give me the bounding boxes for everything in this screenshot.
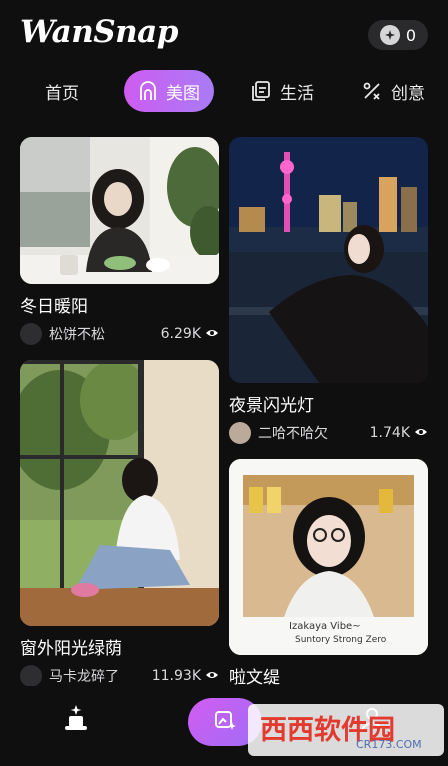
card-photo[interactable] <box>229 137 428 383</box>
plus-coin-icon <box>379 25 400 45</box>
bottom-navigation: 西西软件园 CR173.COM <box>0 686 448 766</box>
view-count-value: 1.74K <box>369 425 410 441</box>
view-count: 1.74K <box>370 425 428 441</box>
card-photo[interactable] <box>20 360 219 626</box>
card-title: 冬日暖阳 <box>20 297 88 317</box>
polaroid-caption-2: Suntory Strong Zero <box>295 635 387 645</box>
polaroid-caption-1: Izakaya Vibe~ <box>289 621 361 632</box>
category-tabs: 首页 美图 生活 创意 <box>0 70 448 112</box>
card-photo[interactable] <box>20 137 219 284</box>
eye-icon <box>205 326 219 342</box>
feed-card[interactable]: 夜景闪光灯 二哈不哈欠 1.74K <box>229 137 428 445</box>
tab-life-label: 生活 <box>280 83 314 104</box>
feed-card[interactable]: 冬日暖阳 松饼不松 6.29K <box>20 137 219 346</box>
tab-home-label: 首页 <box>45 83 79 104</box>
card-title: 窗外阳光绿荫 <box>20 639 122 659</box>
coin-count: 0 <box>405 25 417 45</box>
feed-card[interactable]: Izakaya Vibe~ Suntory Strong Zero 啦文缇 <box>229 459 428 688</box>
beauty-icon <box>138 80 158 102</box>
card-meta: 马卡龙碎了 11.93K <box>20 664 219 688</box>
tab-home[interactable]: 首页 <box>45 70 79 112</box>
tab-creative-label: 创意 <box>391 83 425 104</box>
eye-icon <box>414 425 428 441</box>
tab-life[interactable]: 生活 <box>250 70 314 112</box>
tab-beauty[interactable]: 美图 <box>124 70 214 112</box>
app-logo: WanSnap <box>20 14 178 50</box>
feed-card[interactable]: 窗外阳光绿荫 马卡龙碎了 11.93K <box>20 360 219 688</box>
watermark-sub: CR173.COM <box>356 738 422 751</box>
card-photo[interactable]: Izakaya Vibe~ Suntory Strong Zero <box>229 459 428 655</box>
card-title: 啦文缇 <box>229 668 280 688</box>
author-name[interactable]: 二哈不哈欠 <box>258 423 370 443</box>
author-name[interactable]: 松饼不松 <box>49 324 161 344</box>
magic-hat-button[interactable] <box>58 702 94 738</box>
create-image-icon <box>213 708 237 736</box>
tab-creative[interactable]: 创意 <box>361 70 425 112</box>
eye-icon <box>205 668 219 684</box>
avatar[interactable] <box>20 665 42 687</box>
card-meta: 二哈不哈欠 1.74K <box>229 421 428 445</box>
view-count: 6.29K <box>161 326 219 342</box>
view-count-value: 11.93K <box>151 668 201 684</box>
magic-hat-icon <box>62 703 90 737</box>
avatar[interactable] <box>20 323 42 345</box>
creative-icon <box>361 80 383 102</box>
author-name[interactable]: 马卡龙碎了 <box>49 666 152 686</box>
site-watermark: 西西软件园 CR173.COM <box>248 704 444 756</box>
card-meta: 松饼不松 6.29K <box>20 322 219 346</box>
view-count: 11.93K <box>152 668 219 684</box>
app-header: WanSnap 0 <box>0 0 448 64</box>
avatar[interactable] <box>229 422 251 444</box>
coin-balance-button[interactable]: 0 <box>368 20 428 50</box>
card-title: 夜景闪光灯 <box>229 396 314 416</box>
view-count-value: 6.29K <box>160 326 201 342</box>
tab-beauty-label: 美图 <box>166 83 200 104</box>
life-icon <box>250 80 272 102</box>
